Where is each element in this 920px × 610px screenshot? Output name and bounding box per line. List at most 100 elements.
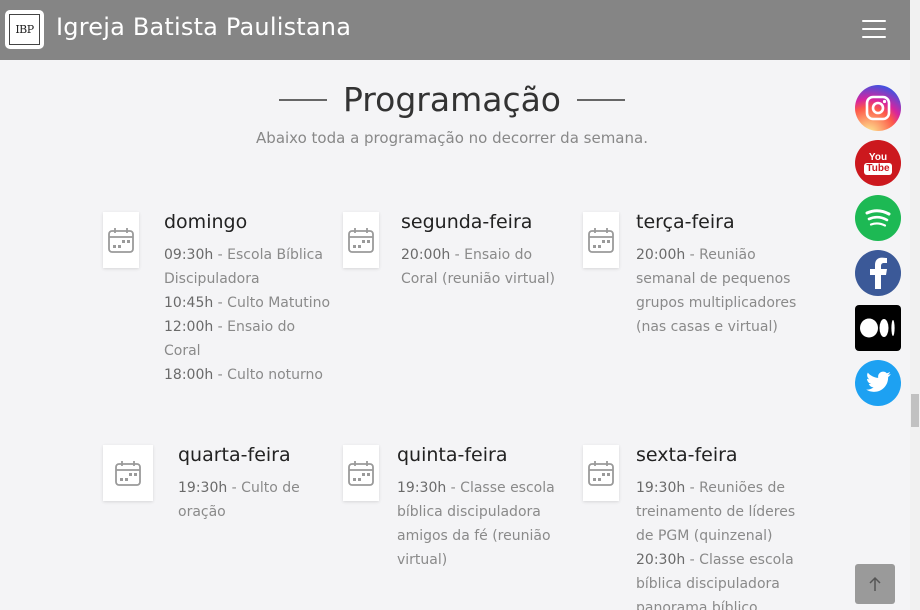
calendar-icon: [348, 461, 374, 486]
medium-link[interactable]: [855, 305, 901, 351]
schedule-entry-line: 18:00h - Culto noturno: [164, 363, 330, 387]
church-logo[interactable]: IBP: [5, 10, 44, 49]
youtube-label-top: You: [868, 151, 888, 163]
schedule-entry-line: de PGM (quinzenal): [636, 524, 795, 548]
schedule-entry-line: 09:30h - Escola Bíblica: [164, 243, 330, 267]
schedule-entry-line: 19:30h - Reuniões de: [636, 476, 795, 500]
section-subtitle: Abaixo toda a programação no decorrer da…: [256, 129, 648, 147]
schedule-description: - Culto noturno: [213, 367, 323, 383]
medium-icon: [860, 318, 896, 338]
schedule-day-title: quinta-feira: [397, 444, 508, 466]
scrollbar-thumb[interactable]: [911, 394, 919, 427]
calendar-icon: [108, 228, 134, 253]
schedule-calendar-icon-box: [583, 445, 619, 501]
facebook-link[interactable]: [855, 250, 901, 296]
schedule-description: Coral (reunião virtual): [401, 271, 555, 287]
schedule-description: - Classe escola: [685, 552, 794, 568]
schedule-entry-line: Coral: [164, 339, 330, 363]
schedule-description: panorama bíblico: [636, 600, 758, 610]
youtube-link[interactable]: You Tube: [855, 140, 901, 186]
schedule-entry-line: (nas casas e virtual): [636, 315, 796, 339]
twitter-icon: [864, 371, 892, 395]
schedule-entry-line: Coral (reunião virtual): [401, 267, 555, 291]
schedule-entry-line: semanal de pequenos: [636, 267, 796, 291]
schedule-description: treinamento de líderes: [636, 504, 796, 520]
calendar-icon: [588, 461, 614, 486]
schedule-description: - Ensaio do: [213, 319, 296, 335]
schedule-time: 20:00h: [636, 247, 686, 263]
schedule-entry-line: panorama bíblico: [636, 596, 795, 610]
section-title: Programação: [342, 80, 561, 119]
schedule-day-title: segunda-feira: [401, 211, 533, 233]
site-title[interactable]: Igreja Batista Paulistana: [56, 13, 351, 41]
schedule-entry-line: 10:45h - Culto Matutino: [164, 291, 330, 315]
schedule-description: bíblica discipuladora: [636, 576, 780, 592]
schedule-description: - Ensaio do: [450, 247, 533, 263]
schedule-description: - Classe escola: [446, 480, 555, 496]
schedule-description: - Reuniões de: [685, 480, 785, 496]
schedule-time: 19:30h: [178, 480, 228, 496]
schedule-entry-line: virtual): [397, 548, 555, 572]
schedule-entry-line: 12:00h - Ensaio do: [164, 315, 330, 339]
schedule-entries: 19:30h - Culto de oração: [178, 476, 300, 524]
calendar-icon: [348, 228, 374, 253]
schedule-description: semanal de pequenos: [636, 271, 791, 287]
schedule-description: virtual): [397, 552, 448, 568]
twitter-link[interactable]: [855, 360, 901, 406]
schedule-description: (nas casas e virtual): [636, 319, 778, 335]
facebook-icon: [867, 257, 889, 289]
schedule-description: - Reunião: [685, 247, 756, 263]
arrow-up-icon: [869, 576, 881, 591]
schedule-description: - Escola Bíblica: [213, 247, 323, 263]
schedule-entry-line: amigos da fé (reunião: [397, 524, 555, 548]
section-heading: Programação: [0, 80, 904, 119]
schedule-calendar-icon-box: [343, 445, 379, 501]
schedule-entry-line: oração: [178, 500, 300, 524]
schedule-entry-line: 20:00h - Ensaio do: [401, 243, 555, 267]
schedule-day-title: terça-feira: [636, 211, 735, 233]
schedule-time: 10:45h: [164, 295, 214, 311]
schedule-time: 09:30h: [164, 247, 214, 263]
schedule-day-title: quarta-feira: [178, 444, 291, 466]
schedule-time: 19:30h: [397, 480, 447, 496]
schedule-calendar-icon-box: [583, 212, 619, 268]
schedule-time: 20:30h: [636, 552, 686, 568]
spotify-icon: [863, 206, 893, 230]
schedule-description: Discipuladora: [164, 271, 260, 287]
schedule-description: - Culto Matutino: [213, 295, 331, 311]
calendar-icon: [588, 228, 614, 253]
schedule-entries: 20:00h - Ensaio do Coral (reunião virtual…: [401, 243, 555, 291]
schedule-calendar-icon-box: [343, 212, 379, 268]
schedule-time: 19:30h: [636, 480, 686, 496]
schedule-time: 20:00h: [401, 247, 451, 263]
schedule-entries: 20:00h - Reunião semanal de pequenos grupo…: [636, 243, 796, 339]
schedule-entry-line: 20:30h - Classe escola: [636, 548, 795, 572]
schedule-day-title: domingo: [164, 211, 248, 233]
schedule-description: Coral: [164, 343, 201, 359]
schedule-entry-line: 19:30h - Culto de: [178, 476, 300, 500]
logo-text: IBP: [9, 14, 40, 45]
menu-toggle-icon[interactable]: [862, 20, 886, 38]
instagram-icon: [863, 93, 893, 123]
schedule-entry-line: 19:30h - Classe escola: [397, 476, 555, 500]
heading-divider-right: [577, 98, 625, 101]
schedule-entry-line: Discipuladora: [164, 267, 330, 291]
schedule-calendar-icon-box: [103, 445, 153, 501]
schedule-entry-line: 20:00h - Reunião: [636, 243, 796, 267]
schedule-description: - Culto de: [227, 480, 300, 496]
back-to-top-button[interactable]: [855, 564, 895, 604]
page-scrollbar[interactable]: [910, 0, 920, 610]
schedule-description: amigos da fé (reunião: [397, 528, 551, 544]
schedule-description: grupos multiplicadores: [636, 295, 797, 311]
schedule-description: oração: [178, 504, 226, 520]
top-navbar: IBP Igreja Batista Paulistana: [0, 0, 910, 60]
schedule-entries: 19:30h - Classe escola bíblica discipulad…: [397, 476, 555, 572]
youtube-icon: You Tube: [864, 151, 892, 175]
schedule-entry-line: bíblica discipuladora: [397, 500, 555, 524]
schedule-time: 12:00h: [164, 319, 214, 335]
youtube-label-bottom: Tube: [864, 162, 892, 175]
instagram-link[interactable]: [855, 85, 901, 131]
schedule-description: de PGM (quinzenal): [636, 528, 773, 544]
spotify-link[interactable]: [855, 195, 901, 241]
schedule-entries: 09:30h - Escola Bíblica Discipuladora 10:4…: [164, 243, 330, 387]
